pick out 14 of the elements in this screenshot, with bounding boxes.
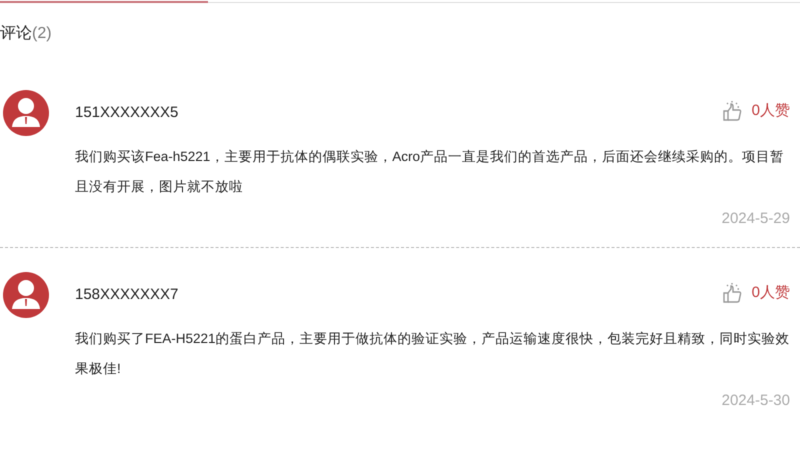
like-count[interactable]: 0人赞 <box>752 282 790 304</box>
comment-text: 我们购买该Fea-h5221，主要用于抗体的偶联实验，Acro产品一直是我们的首选产品，后面还会继续采购的。项目暂且没有开展，图片就不放啦 <box>75 148 786 196</box>
username: 151XXXXXXX5 <box>75 103 178 123</box>
comment-text: 我们购买了FEA-H5221的蛋白产品，主要用于做抗体的验证实验，产品运输速度很快，包装完好且精致，同时实验效果极佳! <box>75 330 790 378</box>
comments-heading: 评论 <box>0 25 32 42</box>
comment-date: 2024-5-30 <box>722 392 790 408</box>
username: 158XXXXXXX7 <box>75 284 178 304</box>
comment-count: (2) <box>32 25 52 42</box>
thumbs-up-icon[interactable] <box>722 100 744 122</box>
avatar-icon <box>3 272 49 318</box>
comment-date: 2024-5-29 <box>722 210 790 227</box>
thumbs-up-icon[interactable] <box>722 282 744 304</box>
like-count[interactable]: 0人赞 <box>752 100 790 122</box>
avatar-icon <box>3 90 49 136</box>
